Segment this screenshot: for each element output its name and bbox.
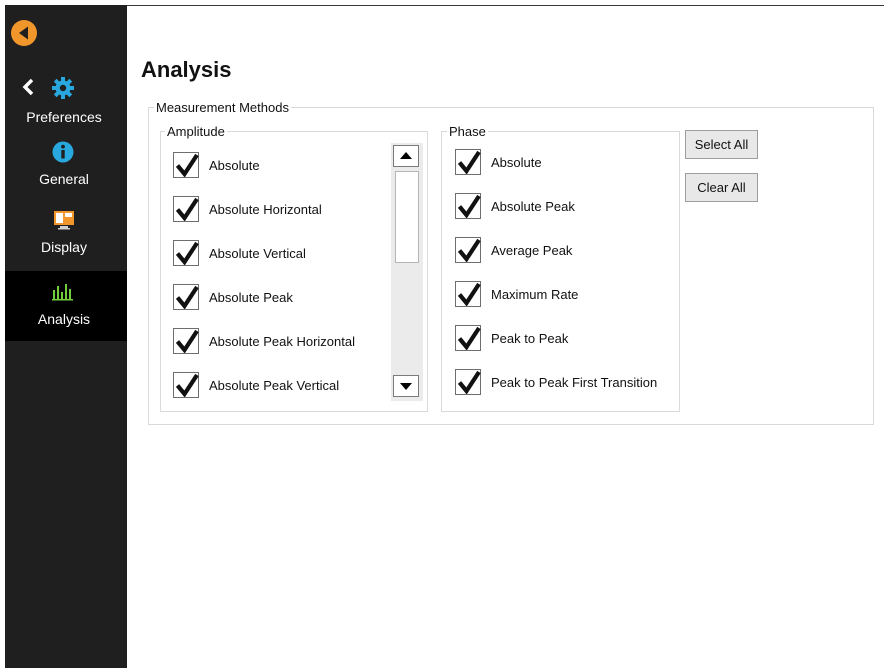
checkbox[interactable] bbox=[173, 240, 199, 266]
amplitude-checkbox-label: Absolute bbox=[209, 157, 260, 173]
info-icon bbox=[52, 141, 74, 168]
display-icon bbox=[53, 209, 75, 236]
amplitude-checkbox-row[interactable]: Absolute bbox=[173, 151, 260, 179]
phase-checkbox-row[interactable]: Absolute bbox=[455, 148, 542, 176]
phase-checkbox-row[interactable]: Peak to Peak First Transition bbox=[455, 368, 657, 396]
phase-checkbox-row[interactable]: Maximum Rate bbox=[455, 280, 578, 308]
page-title: Analysis bbox=[141, 57, 232, 82]
top-border bbox=[127, 5, 884, 6]
sidebar-item-label: Analysis bbox=[37, 311, 91, 327]
amplitude-checkbox-row[interactable]: Absolute Peak Horizontal bbox=[173, 327, 355, 355]
checkbox[interactable] bbox=[455, 281, 481, 307]
amplitude-checkbox-row[interactable]: Absolute Vertical bbox=[173, 239, 306, 267]
phase-checkbox-row[interactable]: Average Peak bbox=[455, 236, 572, 264]
checkbox[interactable] bbox=[455, 369, 481, 395]
phase-checkbox-label: Absolute Peak bbox=[491, 198, 575, 214]
checkbox[interactable] bbox=[173, 284, 199, 310]
measurement-methods-legend: Measurement Methods bbox=[154, 100, 291, 115]
amplitude-checkbox-row[interactable]: Absolute Peak Vertical bbox=[173, 371, 339, 399]
amplitude-legend: Amplitude bbox=[165, 124, 227, 139]
scroll-up-button[interactable] bbox=[393, 145, 419, 167]
phase-checkbox-row[interactable]: Absolute Peak bbox=[455, 192, 575, 220]
phase-checkbox-label: Absolute bbox=[491, 154, 542, 170]
sidebar-item-analysis[interactable]: Analysis bbox=[5, 271, 127, 341]
amplitude-checkbox-label: Absolute Vertical bbox=[209, 245, 306, 261]
sidebar-item-label: General bbox=[39, 171, 89, 187]
phase-checkbox-label: Peak to Peak bbox=[491, 330, 569, 346]
sidebar-item-general[interactable]: General bbox=[5, 135, 127, 197]
sidebar-item-label: Display bbox=[41, 239, 87, 255]
amplitude-checkbox-row[interactable]: Absolute Peak bbox=[173, 283, 293, 311]
checkbox[interactable] bbox=[173, 152, 199, 178]
phase-checkbox-row[interactable]: Peak to Peak bbox=[455, 324, 568, 352]
gear-icon bbox=[51, 76, 75, 105]
back-arrow-icon[interactable] bbox=[11, 20, 37, 46]
checkbox[interactable] bbox=[455, 325, 481, 351]
checkbox[interactable] bbox=[173, 328, 199, 354]
bar-chart-icon bbox=[52, 283, 74, 306]
phase-legend: Phase bbox=[447, 124, 488, 139]
clear-all-button[interactable]: Clear All bbox=[685, 173, 758, 202]
phase-checkbox-label: Peak to Peak First Transition bbox=[491, 374, 658, 390]
phase-checkbox-label: Average Peak bbox=[491, 242, 573, 258]
amplitude-checkbox-row[interactable]: Absolute Horizontal bbox=[173, 195, 322, 223]
phase-checkbox-label: Maximum Rate bbox=[491, 286, 579, 302]
amplitude-checkbox-label: Absolute Peak Vertical bbox=[209, 377, 340, 393]
checkbox[interactable] bbox=[173, 372, 199, 398]
amplitude-checkbox-label: Absolute Horizontal bbox=[209, 201, 322, 217]
amplitude-checkbox-label: Absolute Peak Horizontal bbox=[209, 333, 355, 349]
sidebar-preferences-label[interactable]: Preferences bbox=[5, 109, 123, 125]
checkbox[interactable] bbox=[455, 193, 481, 219]
checkbox[interactable] bbox=[455, 237, 481, 263]
sidebar: Preferences General Display Analysis bbox=[5, 5, 127, 668]
sidebar-item-display[interactable]: Display bbox=[5, 203, 127, 265]
select-all-button[interactable]: Select All bbox=[685, 130, 758, 159]
checkbox[interactable] bbox=[455, 149, 481, 175]
amplitude-scrollbar[interactable] bbox=[391, 143, 423, 401]
scroll-down-button[interactable] bbox=[393, 375, 419, 397]
amplitude-checkbox-label: Absolute Peak bbox=[209, 289, 293, 305]
checkbox[interactable] bbox=[173, 196, 199, 222]
chevron-left-icon[interactable] bbox=[21, 78, 35, 101]
scroll-thumb[interactable] bbox=[395, 171, 419, 263]
